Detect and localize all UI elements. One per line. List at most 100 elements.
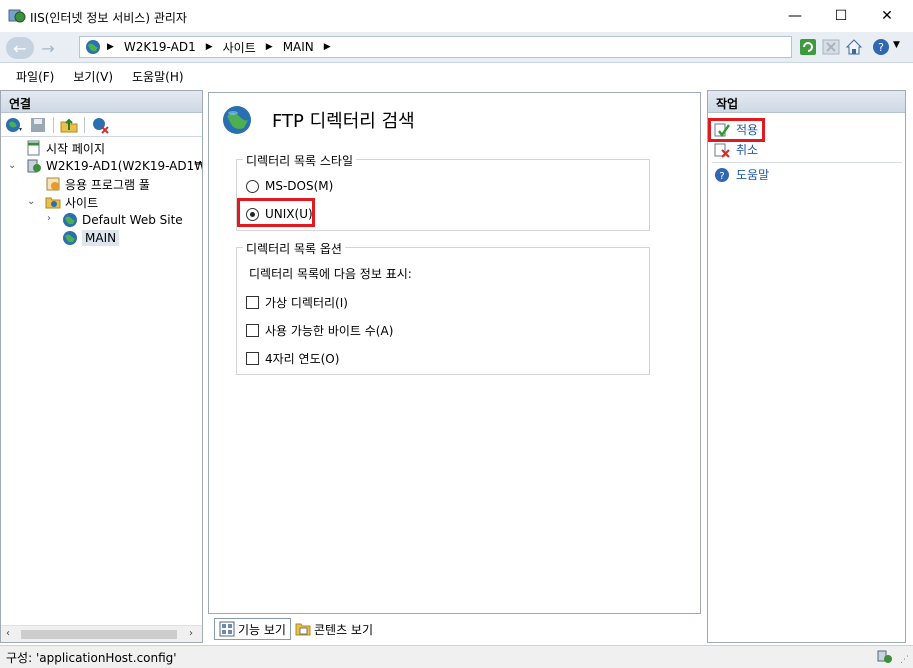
menu-file[interactable]: 파일(F) bbox=[16, 68, 54, 85]
apply-highlight-box bbox=[708, 118, 765, 142]
close-button[interactable]: ✕ bbox=[864, 0, 910, 32]
up-folder-icon[interactable] bbox=[60, 116, 78, 134]
tree-item-label: 응용 프로그램 풀 bbox=[65, 177, 150, 192]
right-edge bbox=[906, 90, 913, 643]
tree-item-sites[interactable]: ⌄ 사이트 bbox=[27, 193, 98, 211]
maximize-button[interactable]: ☐ bbox=[818, 0, 864, 32]
breadcrumb-separator: ▶ bbox=[265, 42, 273, 52]
chevron-right-icon[interactable]: › bbox=[47, 213, 51, 224]
network-status-icon bbox=[877, 650, 892, 663]
breadcrumb-main[interactable]: MAIN bbox=[283, 40, 314, 54]
content-view-icon bbox=[295, 623, 311, 636]
toolbar-divider bbox=[84, 116, 85, 133]
help-menu-icon[interactable]: ? bbox=[872, 38, 890, 56]
listing-style-legend: 디렉터리 목록 스타일 bbox=[243, 152, 356, 169]
tab-label: 기능 보기 bbox=[238, 622, 286, 637]
tab-content-view[interactable]: 콘텐츠 보기 bbox=[291, 618, 377, 640]
checkbox-label: 4자리 연도(O) bbox=[265, 352, 340, 366]
minimize-button[interactable]: — bbox=[772, 0, 818, 32]
tree-item-label: 사이트 bbox=[65, 195, 99, 210]
forward-button[interactable]: → bbox=[36, 36, 60, 60]
tree-item-server[interactable]: ⌄ W2K19-AD1(W2K19-AD1₩A bbox=[8, 157, 202, 175]
checkbox[interactable] bbox=[246, 352, 259, 365]
listing-options-legend: 디렉터리 목록 옵션 bbox=[243, 240, 345, 257]
tree-item-label: 시작 페이지 bbox=[46, 141, 106, 156]
tree-item-label: Default Web Site bbox=[82, 213, 183, 227]
tree-item-default-web-site[interactable]: › Default Web Site bbox=[47, 211, 183, 229]
window-title: IIS(인터넷 정보 서비스) 관리자 bbox=[30, 11, 187, 25]
checkbox-label: 사용 가능한 바이트 수(A) bbox=[265, 324, 394, 338]
status-bar: 구성: 'applicationHost.config' ⋰ bbox=[0, 645, 913, 668]
globe-icon bbox=[63, 231, 77, 245]
feature-panel: FTP 디렉터리 검색 디렉터리 목록 스타일 MS-DOS(M) UNIX(U… bbox=[208, 92, 701, 614]
chevron-down-icon[interactable]: ▼ bbox=[893, 40, 900, 50]
address-bar[interactable]: ▶ W2K19-AD1 ▶ 사이트 ▶ MAIN ▶ bbox=[79, 36, 792, 58]
checkbox[interactable] bbox=[246, 324, 259, 337]
back-button[interactable]: ← bbox=[6, 37, 34, 59]
ftp-globe-icon bbox=[223, 106, 251, 134]
tab-features-view[interactable]: 기능 보기 bbox=[214, 618, 291, 640]
tree-item-main[interactable]: MAIN bbox=[62, 229, 120, 247]
tree-item-label: MAIN bbox=[82, 230, 120, 246]
page-title: FTP 디렉터리 검색 bbox=[272, 111, 415, 132]
checkbox-label: 가상 디렉터리(I) bbox=[265, 296, 348, 310]
breadcrumb-separator: ▶ bbox=[107, 42, 114, 52]
connections-tree: 시작 페이지 ⌄ W2K19-AD1(W2K19-AD1₩A 응용 프로그램 풀… bbox=[1, 137, 202, 615]
help-action[interactable]: ? 도움말 bbox=[714, 166, 769, 183]
radio-button[interactable] bbox=[246, 179, 259, 193]
horizontal-scrollbar[interactable]: ‹ › bbox=[1, 625, 202, 642]
listing-options-description: 디렉터리 목록에 다음 정보 표시: bbox=[249, 267, 412, 281]
menu-bar: 파일(F) 보기(V) 도움말(H) bbox=[0, 64, 913, 88]
ms-dos-radio[interactable]: MS-DOS(M) bbox=[246, 179, 333, 193]
chevron-down-icon[interactable]: ⌄ bbox=[27, 196, 35, 207]
navigation-bar: ← → ▶ W2K19-AD1 ▶ 사이트 ▶ MAIN ▶ ? ▼ bbox=[0, 32, 913, 63]
server-icon bbox=[27, 159, 41, 173]
unix-highlight-box bbox=[237, 198, 315, 227]
actions-panel: 작업 적용 취소 ? 도움말 bbox=[707, 90, 906, 643]
scroll-right-icon[interactable]: › bbox=[189, 628, 193, 639]
action-label: 취소 bbox=[736, 143, 759, 157]
iis-app-icon bbox=[8, 9, 26, 23]
connections-toolbar bbox=[1, 113, 202, 137]
cancel-icon bbox=[714, 143, 730, 158]
tab-label: 콘텐츠 보기 bbox=[313, 622, 373, 637]
breadcrumb-server[interactable]: W2K19-AD1 bbox=[124, 40, 196, 54]
stop-icon[interactable] bbox=[822, 38, 840, 56]
svg-text:?: ? bbox=[878, 41, 884, 54]
cancel-action[interactable]: 취소 bbox=[714, 141, 758, 158]
globe-icon bbox=[86, 40, 100, 54]
help-icon: ? bbox=[715, 167, 729, 182]
checkbox[interactable] bbox=[246, 296, 259, 309]
available-bytes-checkbox[interactable]: 사용 가능한 바이트 수(A) bbox=[246, 322, 393, 339]
status-text: 구성: 'applicationHost.config' bbox=[6, 650, 177, 665]
view-tabs: 기능 보기 콘텐츠 보기 bbox=[208, 616, 701, 642]
chevron-down-icon[interactable]: ⌄ bbox=[8, 160, 16, 171]
breadcrumb-sites[interactable]: 사이트 bbox=[223, 39, 256, 56]
tree-item-start-page[interactable]: 시작 페이지 bbox=[26, 139, 105, 157]
listing-options-group: 디렉터리 목록 옵션 디렉터리 목록에 다음 정보 표시: 가상 디렉터리(I)… bbox=[236, 240, 650, 375]
toolbar-divider bbox=[53, 116, 54, 133]
scroll-left-icon[interactable]: ‹ bbox=[6, 628, 10, 639]
connect-globe-icon[interactable] bbox=[5, 116, 23, 134]
actions-header: 작업 bbox=[708, 91, 905, 113]
tree-item-app-pools[interactable]: 응용 프로그램 풀 bbox=[45, 175, 150, 193]
start-page-icon bbox=[27, 140, 40, 156]
sites-folder-icon bbox=[45, 197, 61, 209]
scrollbar-thumb[interactable] bbox=[21, 630, 177, 639]
disconnect-icon[interactable] bbox=[91, 116, 109, 134]
breadcrumb-separator: ▶ bbox=[323, 42, 331, 52]
refresh-icon[interactable] bbox=[799, 38, 817, 56]
resize-grip-icon[interactable]: ⋰ bbox=[900, 655, 909, 665]
menu-view[interactable]: 보기(V) bbox=[73, 68, 113, 85]
breadcrumb-separator: ▶ bbox=[205, 42, 213, 52]
virtual-directories-checkbox[interactable]: 가상 디렉터리(I) bbox=[246, 294, 348, 311]
features-view-icon bbox=[219, 621, 235, 637]
tree-item-label: W2K19-AD1(W2K19-AD1₩A bbox=[46, 159, 202, 173]
title-bar: IIS(인터넷 정보 서비스) 관리자 — ☐ ✕ bbox=[0, 0, 913, 32]
actions-divider bbox=[712, 162, 902, 163]
save-icon[interactable] bbox=[29, 116, 47, 134]
menu-help[interactable]: 도움말(H) bbox=[132, 68, 184, 85]
connections-header: 연결 bbox=[1, 91, 202, 113]
four-digit-year-checkbox[interactable]: 4자리 연도(O) bbox=[246, 350, 339, 367]
home-icon[interactable] bbox=[845, 38, 863, 56]
